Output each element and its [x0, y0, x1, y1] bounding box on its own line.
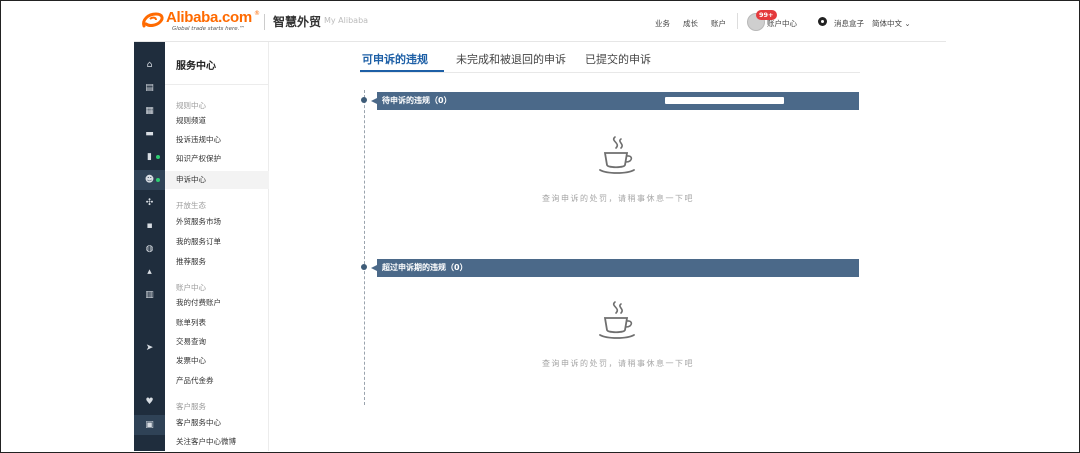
users-status-dot	[156, 178, 160, 182]
chart-icon[interactable]: ▮	[134, 147, 165, 167]
section-expired-header: 超过申诉期的违规（0）	[371, 259, 859, 277]
clipboard-icon[interactable]: ▪	[134, 216, 165, 236]
icon-rail: ⌂ ▤ ▦ ▬ ▮ ☻ ✣ ▪ ◍ ▴ ▥ ➤ ♥ ▣	[134, 42, 165, 451]
sidebar-group-rules: 规则中心	[176, 101, 206, 110]
home-icon[interactable]: ⌂	[134, 55, 165, 75]
alibaba-logo-icon	[142, 12, 164, 28]
nav-account[interactable]: 账户	[711, 18, 726, 29]
coffee-cup-icon	[599, 301, 635, 339]
brand-divider	[264, 14, 265, 30]
chat-icon[interactable]: ▬	[134, 124, 165, 144]
heart-icon[interactable]: ♥	[134, 392, 165, 412]
sidebar-title-divider	[165, 84, 269, 85]
section-pending-empty-text: 查询申诉的处罚，请稍事休息一下吧	[542, 194, 694, 203]
active-tab-indicator	[360, 70, 444, 72]
main-content: 可申诉的违规 未完成和被退回的申诉 已提交的申诉 待申诉的违规（0） 查询申诉的…	[269, 42, 946, 451]
tab-submitted-appeals[interactable]: 已提交的申诉	[585, 51, 651, 67]
timeline-dot	[361, 264, 367, 270]
chart-status-dot	[156, 155, 160, 159]
share-icon[interactable]: ✣	[134, 193, 165, 213]
grid-icon[interactable]: ▦	[134, 101, 165, 121]
tab-unfinished-appeals[interactable]: 未完成和被退回的申诉	[456, 51, 566, 67]
nav-growth[interactable]: 成长	[683, 18, 698, 29]
coffee-cup-icon	[599, 136, 635, 174]
timeline-line	[364, 90, 365, 405]
sidebar-item-ip-protection[interactable]: 知识产权保护	[165, 150, 269, 168]
account-center-link[interactable]: 账户中心	[767, 18, 797, 29]
sidebar-item-service-center[interactable]: 客户服务中心	[165, 414, 269, 432]
section-expired-title: 超过申诉期的违规（0）	[382, 263, 468, 272]
sidebar-item-appeal-center[interactable]: 申诉中心	[165, 171, 269, 189]
sidebar-item-invoices[interactable]: 发票中心	[165, 352, 269, 370]
nav-divider	[737, 13, 738, 29]
sidebar-item-service-orders[interactable]: 我的服务订单	[165, 233, 269, 251]
bank-icon[interactable]: ▥	[134, 285, 165, 305]
box-icon[interactable]: ▤	[134, 78, 165, 98]
sidebar-item-transactions[interactable]: 交易查询	[165, 333, 269, 351]
sidebar-item-paid-account[interactable]: 我的付费账户	[165, 294, 269, 312]
logo-slogan: Global trade starts here.™	[172, 26, 245, 32]
sidebar-title: 服务中心	[176, 61, 216, 72]
sidebar-item-violation-center[interactable]: 投诉违规中心	[165, 131, 269, 149]
top-header: Alibaba.com ® Global trade starts here.™…	[134, 2, 946, 42]
sidebar-group-ecosystem: 开放生态	[176, 201, 206, 210]
sidebar-item-recommended[interactable]: 推荐服务	[165, 253, 269, 271]
users-icon[interactable]: ☻	[134, 170, 165, 190]
language-select[interactable]: 简体中文 ⌄	[872, 18, 911, 29]
sidebar-group-customer-service: 客户服务	[176, 402, 206, 411]
sidebar-item-vouchers[interactable]: 产品代金券	[165, 372, 269, 390]
logo-registered-mark: ®	[254, 10, 260, 17]
section-pending-header: 待申诉的违规（0）	[371, 92, 859, 110]
tab-bar-divider	[360, 72, 860, 73]
nav-business[interactable]: 业务	[655, 18, 670, 29]
brand-title[interactable]: 智慧外贸	[273, 13, 321, 30]
section-expired-empty-text: 查询申诉的处罚，请稍事休息一下吧	[542, 359, 694, 368]
section-search-field[interactable]	[665, 97, 784, 104]
message-box-link[interactable]: 消息盒子	[834, 18, 864, 29]
sidebar-group-account: 账户中心	[176, 283, 206, 292]
message-box-icon[interactable]	[818, 17, 827, 26]
tab-appealable-violations[interactable]: 可申诉的违规	[362, 51, 428, 67]
logo-wordmark: Alibaba.com	[166, 9, 252, 26]
store-icon[interactable]: ▴	[134, 262, 165, 282]
send-icon[interactable]: ➤	[134, 338, 165, 358]
app-window: Alibaba.com ® Global trade starts here.™…	[134, 2, 946, 451]
globe-icon[interactable]: ◍	[134, 239, 165, 259]
sidebar-item-weibo[interactable]: 关注客户中心微博	[165, 433, 269, 451]
timeline-dot	[361, 97, 367, 103]
sidebar-item-service-market[interactable]: 外贸服务市场	[165, 213, 269, 231]
section-pending-title: 待申诉的违规（0）	[382, 96, 452, 105]
bag-icon[interactable]: ▣	[134, 415, 165, 435]
sidebar-item-bill-list[interactable]: 账单列表	[165, 314, 269, 332]
alibaba-logo[interactable]: Alibaba.com ® Global trade starts here.™	[140, 8, 260, 36]
my-alibaba-link[interactable]: My Alibaba	[324, 16, 368, 25]
service-sidebar: 服务中心 规则中心 规则频道 投诉违规中心 知识产权保护 申诉中心 开放生态 外…	[165, 42, 269, 451]
sidebar-item-rules-channel[interactable]: 规则频道	[165, 112, 269, 130]
